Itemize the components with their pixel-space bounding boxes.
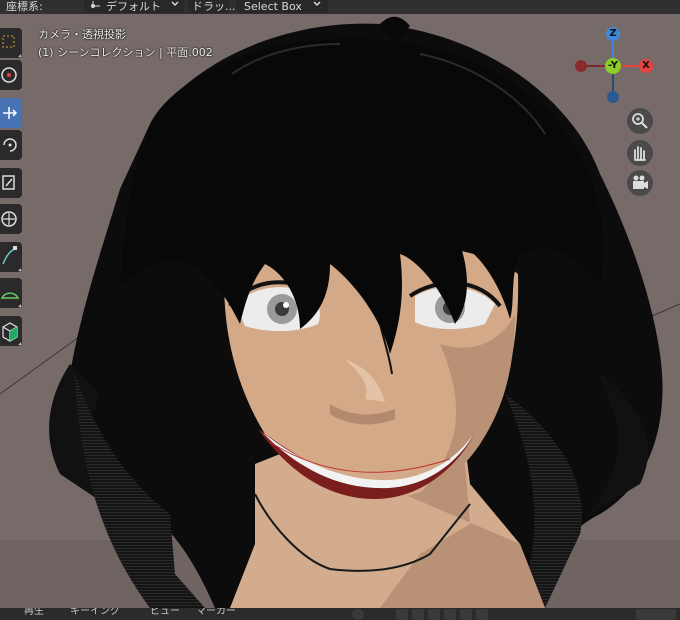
view-name: カメラ・透視投影 <box>38 28 126 41</box>
gizmo-neg-x-axis[interactable] <box>575 60 587 72</box>
rotate-icon <box>3 138 17 152</box>
keying-menu[interactable]: キーイング <box>70 608 120 618</box>
cursor-icon <box>1 67 17 83</box>
zoom-icon <box>632 113 648 129</box>
gizmo-z-axis[interactable]: Z <box>606 27 620 41</box>
rotate-tool[interactable] <box>0 130 22 160</box>
cursor-tool[interactable] <box>0 60 22 90</box>
pan-hand-icon <box>634 146 646 161</box>
view-menu[interactable]: ビュー <box>150 608 180 618</box>
drag-label: ドラッ... <box>192 0 236 13</box>
navigation-gizmo[interactable]: Z X -Y <box>565 24 665 114</box>
add-cube-tool[interactable] <box>0 316 22 346</box>
transform-icon <box>1 211 17 227</box>
play-button[interactable] <box>444 609 456 620</box>
select-mode-dropdown[interactable]: Select Box <box>236 0 328 13</box>
gizmo-neg-z-axis[interactable] <box>607 91 619 103</box>
record-button[interactable] <box>352 609 364 620</box>
camera-view-button[interactable] <box>627 170 653 196</box>
zoom-button[interactable] <box>627 108 653 134</box>
scale-tool[interactable] <box>0 168 22 198</box>
blender-window: 座標系: デフォルト ドラッ... Select Box カメラ・透視投影 (1… <box>0 0 680 620</box>
select-box-tool[interactable] <box>0 28 22 58</box>
marker-menu[interactable]: マーカー <box>196 608 236 618</box>
orientation-value: デフォルト <box>106 0 161 13</box>
select-mode-value: Select Box <box>244 0 302 13</box>
scale-icon <box>2 175 15 190</box>
orientation-dropdown[interactable]: デフォルト <box>84 0 184 13</box>
coordinate-system-label: 座標系: <box>6 0 43 13</box>
chevron-down-icon <box>170 0 180 13</box>
timeline-header: 再生 キーイング ビュー マーカー <box>0 608 680 620</box>
move-icon <box>3 107 18 119</box>
chevron-down-icon <box>312 0 322 13</box>
move-tool[interactable] <box>0 98 22 128</box>
viewport-header: 座標系: デフォルト ドラッ... Select Box <box>0 0 680 14</box>
play-reverse-button[interactable] <box>428 609 440 620</box>
collection-info: (1) シーンコレクション | 平面.002 <box>38 46 213 59</box>
orientation-icon <box>90 0 102 14</box>
jump-start-button[interactable] <box>396 609 408 620</box>
next-key-button[interactable] <box>460 609 472 620</box>
transform-tool[interactable] <box>0 204 22 234</box>
jump-end-button[interactable] <box>476 609 488 620</box>
camera-view-icon <box>633 175 648 189</box>
playback-menu[interactable]: 再生 <box>24 608 44 618</box>
gizmo-neg-y-axis[interactable]: -Y <box>605 58 621 74</box>
drag-dropdown[interactable]: ドラッ... <box>188 0 236 13</box>
measure-tool[interactable] <box>0 278 22 308</box>
frame-field[interactable] <box>636 609 676 620</box>
prev-key-button[interactable] <box>412 609 424 620</box>
pan-button[interactable] <box>627 140 653 166</box>
gizmo-x-axis[interactable]: X <box>639 59 653 73</box>
annotate-tool[interactable] <box>0 242 22 272</box>
